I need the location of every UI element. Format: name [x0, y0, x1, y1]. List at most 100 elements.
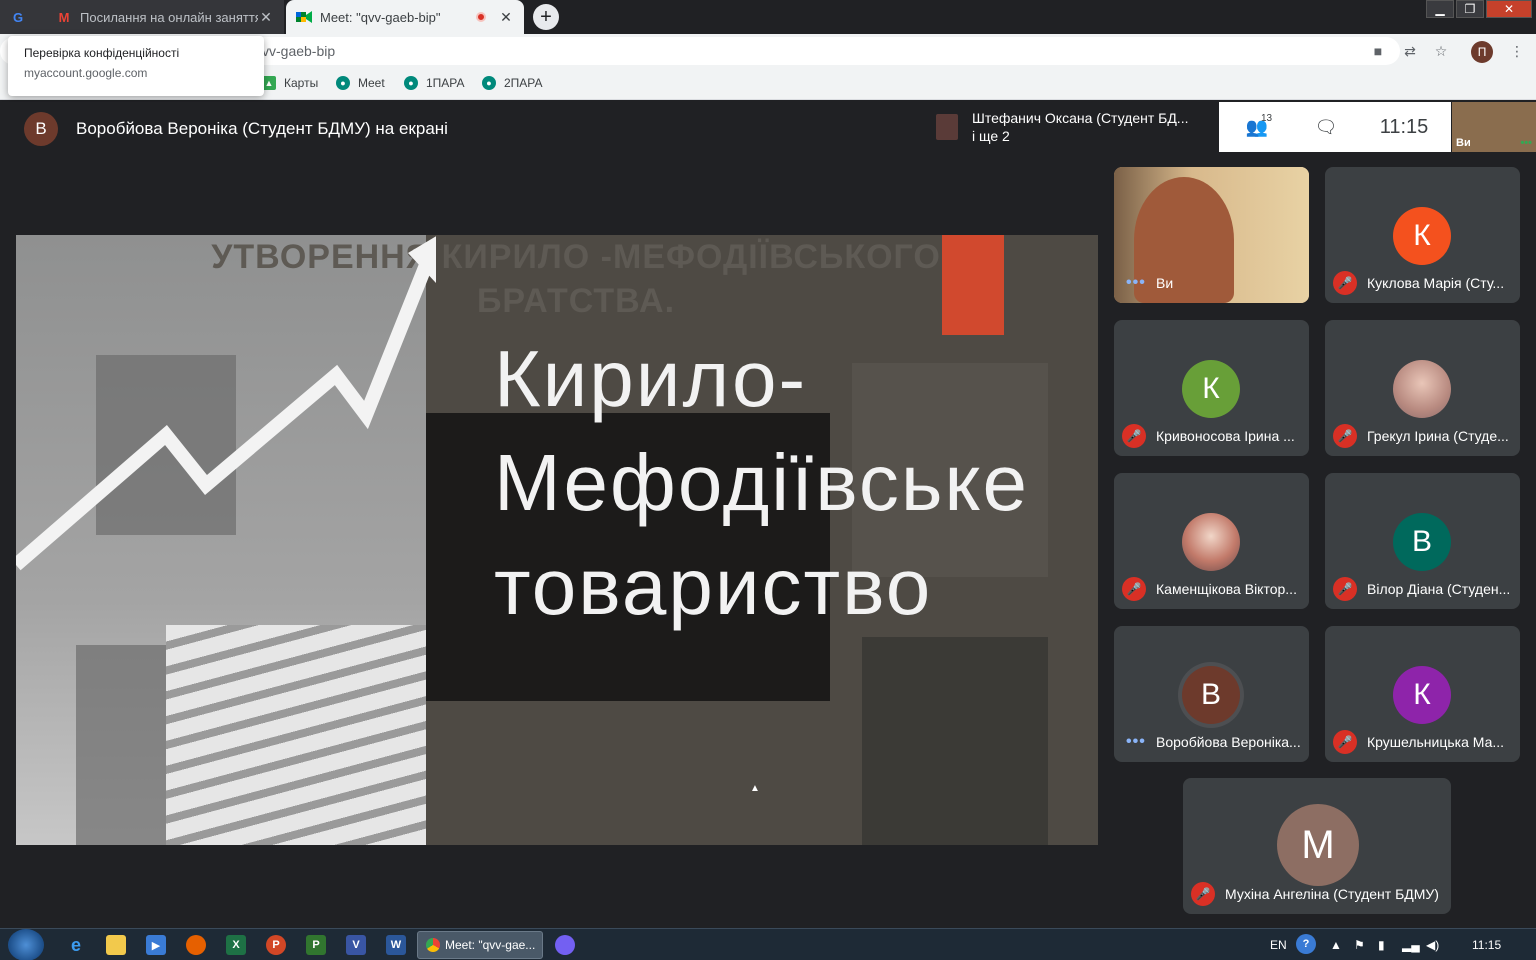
participant-name: Вілор Діана (Студен...	[1367, 581, 1511, 597]
participant-tile[interactable]: 🎤 Каменщікова Віктор...	[1114, 473, 1309, 609]
media-player-icon[interactable]: ▶	[146, 935, 166, 955]
participant-tile[interactable]: К 🎤 Кривоносова Ірина ...	[1114, 320, 1309, 456]
bookmark-label: Meet	[358, 76, 385, 90]
visio-icon[interactable]: V	[346, 935, 366, 955]
participant-photo	[1393, 360, 1451, 418]
maximize-button[interactable]: ❐	[1456, 0, 1484, 18]
power-icon[interactable]: ▮	[1378, 938, 1385, 952]
notification-avatar	[936, 114, 958, 140]
translate-icon[interactable]: ⇄	[1401, 42, 1419, 60]
bookmark-meet[interactable]: ● Meet	[336, 76, 385, 90]
participant-avatar: К	[1393, 207, 1451, 265]
mic-off-icon: 🎤	[1333, 577, 1357, 601]
meeting-time: 11:15	[1379, 115, 1429, 138]
mic-off-icon: 🎤	[1122, 577, 1146, 601]
slide-title: Кирило- Мефодіївське товариство	[494, 327, 1029, 639]
bookmark-2para[interactable]: ● 2ПАРА	[482, 76, 543, 90]
profile-avatar[interactable]: П	[1471, 41, 1493, 63]
bookmark-maps[interactable]: ▲ Карты	[262, 76, 318, 90]
meet-icon	[296, 9, 312, 25]
taskbar-clock[interactable]: 11:15	[1472, 938, 1501, 952]
self-view-thumbnail[interactable]: Ви •••	[1452, 102, 1536, 152]
participant-avatar: М	[1277, 804, 1359, 886]
rising-arrow-graphic	[16, 236, 436, 571]
google-icon: G	[12, 9, 24, 25]
meet-bookmark-icon: ●	[336, 76, 350, 90]
participant-photo	[1182, 513, 1240, 571]
participants-button[interactable]: 👥 13	[1219, 113, 1295, 138]
star-icon[interactable]: ☆	[1432, 42, 1450, 60]
network-icon[interactable]: ▂▄	[1402, 938, 1420, 952]
tab-close-icon[interactable]: ✕	[258, 9, 274, 26]
join-notification: Штефанич Оксана (Студент БД... і ще 2	[926, 102, 1218, 152]
close-window-button[interactable]: ✕	[1486, 0, 1532, 18]
bookmark-1para[interactable]: ● 1ПАРА	[404, 76, 465, 90]
bookmark-label: Карты	[284, 76, 319, 90]
presenter-banner: В Воробйова Вероніка (Студент БДМУ) на е…	[24, 112, 448, 146]
presenter-text: Воробйова Вероніка (Студент БДМУ) на екр…	[76, 119, 448, 138]
menu-icon[interactable]: ⋮	[1508, 42, 1526, 60]
volume-icon[interactable]: ◀)	[1426, 938, 1439, 952]
viber-icon[interactable]	[555, 935, 575, 955]
camera-icon[interactable]: ■	[1369, 42, 1387, 60]
screen: G M Посилання на онлайн заняття 1 ✕ Meet…	[0, 0, 1536, 960]
participant-avatar: В	[1393, 513, 1451, 571]
window-controls: ▁ ❐ ✕	[1424, 0, 1532, 18]
minimize-button[interactable]: ▁	[1426, 0, 1454, 18]
task-label: Meet: "qvv-gae...	[445, 938, 536, 952]
participant-name: Кривоносова Ірина ...	[1156, 428, 1295, 444]
popup-title: Перевірка конфіденційності	[24, 46, 180, 60]
participant-tile-self[interactable]: ••• Ви	[1114, 167, 1309, 303]
firefox-icon[interactable]	[186, 935, 206, 955]
chat-button[interactable]: 🗨	[1295, 117, 1357, 138]
more-options-icon[interactable]: •••	[1126, 275, 1146, 291]
new-tab-button[interactable]: +	[533, 4, 559, 30]
stairs-image	[166, 625, 426, 845]
participant-tile-speaking[interactable]: В ••• Воробйова Вероніка...	[1114, 626, 1309, 762]
participant-tile[interactable]: К 🎤 Куклова Марія (Сту...	[1325, 167, 1520, 303]
mic-off-icon: 🎤	[1333, 730, 1357, 754]
show-hidden-icons[interactable]: ▲	[1330, 938, 1342, 952]
taskbar-chrome-meet[interactable]: Meet: "qvv-gae...	[417, 931, 543, 959]
participant-tile[interactable]: 🎤 Грекул Ірина (Студе...	[1325, 320, 1520, 456]
participant-name: Грекул Ірина (Студе...	[1367, 428, 1509, 444]
maps-icon: ▲	[262, 76, 276, 90]
tab-google[interactable]: G	[0, 0, 46, 34]
recording-icon	[476, 12, 486, 22]
meet-bookmark-icon: ●	[404, 76, 418, 90]
presenter-avatar: В	[24, 112, 58, 146]
participant-tile[interactable]: В 🎤 Вілор Діана (Студен...	[1325, 473, 1520, 609]
explorer-icon[interactable]	[106, 935, 126, 955]
start-button[interactable]	[8, 929, 44, 960]
tab-meet[interactable]: Meet: "qvv-gaeb-bip" ✕	[286, 0, 524, 34]
more-options-icon[interactable]: •••	[1126, 734, 1146, 750]
privacy-check-popup[interactable]: Перевірка конфіденційності myaccount.goo…	[8, 36, 264, 96]
mic-off-icon: 🎤	[1191, 882, 1215, 906]
excel-icon[interactable]: X	[226, 935, 246, 955]
tab-title: Meet: "qvv-gaeb-bip"	[320, 9, 441, 25]
popup-subtitle: myaccount.google.com	[24, 66, 148, 80]
meet-bookmark-icon: ●	[482, 76, 496, 90]
participant-tile[interactable]: К 🎤 Крушельницька Ма...	[1325, 626, 1520, 762]
more-options-icon[interactable]: •••	[1520, 137, 1532, 149]
tab-close-icon[interactable]: ✕	[498, 9, 514, 26]
ie-icon[interactable]: e	[66, 935, 86, 955]
participant-tile[interactable]: М 🎤 Мухіна Ангеліна (Студент БДМУ)	[1183, 778, 1451, 914]
meet-top-controls: 👥 13 🗨 11:15	[1219, 102, 1451, 152]
participant-avatar: К	[1182, 360, 1240, 418]
help-icon[interactable]: ?	[1296, 934, 1316, 954]
url-text: vv-gaeb-bip	[262, 43, 336, 59]
tab-gmail[interactable]: M Посилання на онлайн заняття 1 ✕	[46, 0, 284, 34]
mic-off-icon: 🎤	[1333, 424, 1357, 448]
bookmark-label: 2ПАРА	[504, 76, 543, 90]
participant-name: Ви	[1156, 275, 1174, 291]
project-icon[interactable]: P	[306, 935, 326, 955]
slide-title-line: Кирило-	[494, 334, 808, 423]
slide-title-line: Мефодіївське	[494, 438, 1029, 527]
action-center-icon[interactable]: ⚑	[1354, 938, 1365, 952]
language-indicator[interactable]: EN	[1270, 938, 1287, 952]
powerpoint-icon[interactable]: P	[266, 935, 286, 955]
gmail-icon: M	[58, 9, 70, 25]
word-icon[interactable]: W	[386, 935, 406, 955]
tab-title: Посилання на онлайн заняття 1	[80, 9, 258, 25]
